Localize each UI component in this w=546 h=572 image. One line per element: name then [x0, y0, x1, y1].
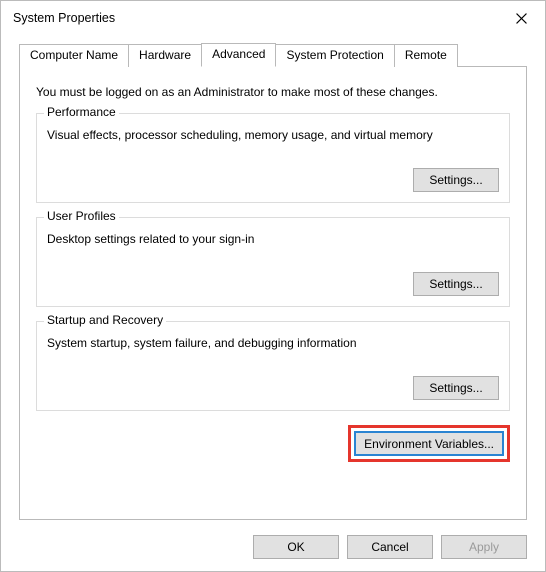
env-button-highlight: Environment Variables...: [348, 425, 510, 462]
group-performance: Performance Visual effects, processor sc…: [36, 113, 510, 203]
user-profiles-settings-button[interactable]: Settings...: [413, 272, 499, 296]
close-icon: [516, 13, 527, 24]
tab-advanced[interactable]: Advanced: [201, 43, 276, 67]
tab-panel-advanced: You must be logged on as an Administrato…: [19, 66, 527, 520]
env-button-row: Environment Variables...: [36, 425, 510, 462]
tab-strip: Computer Name Hardware Advanced System P…: [19, 43, 527, 66]
content-area: Computer Name Hardware Advanced System P…: [1, 35, 545, 520]
close-button[interactable]: [499, 3, 543, 33]
startup-recovery-settings-button[interactable]: Settings...: [413, 376, 499, 400]
cancel-button[interactable]: Cancel: [347, 535, 433, 559]
tab-remote[interactable]: Remote: [394, 44, 458, 67]
apply-button[interactable]: Apply: [441, 535, 527, 559]
dialog-footer: OK Cancel Apply: [253, 535, 527, 559]
group-performance-desc: Visual effects, processor scheduling, me…: [47, 128, 499, 142]
group-user-profiles: User Profiles Desktop settings related t…: [36, 217, 510, 307]
tab-system-protection[interactable]: System Protection: [275, 44, 394, 67]
group-user-profiles-label: User Profiles: [44, 209, 119, 223]
group-user-profiles-desc: Desktop settings related to your sign-in: [47, 232, 499, 246]
tab-computer-name[interactable]: Computer Name: [19, 44, 129, 67]
group-startup-recovery-label: Startup and Recovery: [44, 313, 166, 327]
system-properties-window: System Properties Computer Name Hardware…: [0, 0, 546, 572]
window-title: System Properties: [13, 11, 499, 25]
group-startup-recovery: Startup and Recovery System startup, sys…: [36, 321, 510, 411]
group-performance-label: Performance: [44, 105, 119, 119]
environment-variables-button[interactable]: Environment Variables...: [354, 431, 504, 456]
ok-button[interactable]: OK: [253, 535, 339, 559]
titlebar: System Properties: [1, 1, 545, 35]
tab-hardware[interactable]: Hardware: [128, 44, 202, 67]
tabs-container: Computer Name Hardware Advanced System P…: [19, 43, 527, 520]
admin-note: You must be logged on as an Administrato…: [36, 85, 510, 99]
group-startup-recovery-desc: System startup, system failure, and debu…: [47, 336, 499, 350]
performance-settings-button[interactable]: Settings...: [413, 168, 499, 192]
